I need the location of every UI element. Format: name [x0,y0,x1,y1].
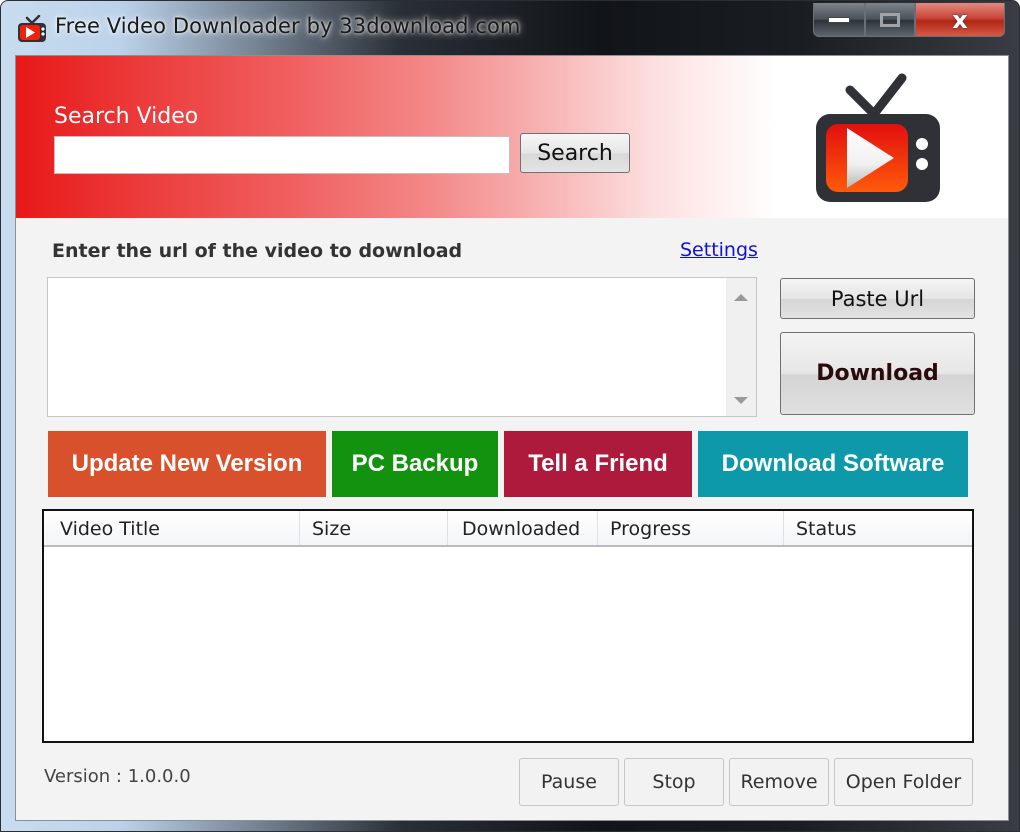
download-software-label: Download Software [721,450,945,477]
update-new-version-label: Update New Version [71,450,303,477]
app-window: Free Video Downloader by 33download.com … [0,0,1020,832]
scroll-up-arrow-icon[interactable] [734,294,748,301]
column-header-progress[interactable]: Progress [598,511,784,545]
tell-a-friend-label: Tell a Friend [528,450,668,477]
maximize-button[interactable] [865,3,915,37]
client-area: Search Video Search Enter the url of the… [15,55,1009,821]
pc-backup-label: PC Backup [351,450,479,477]
column-header-video-title[interactable]: Video Title [44,511,300,545]
scroll-down-arrow-icon[interactable] [734,397,748,404]
close-icon: x [952,5,968,34]
tv-play-icon [18,15,46,42]
caption-buttons: x [813,3,1005,37]
settings-link[interactable]: Settings [680,239,758,261]
promo-buttons: Update New Version PC Backup Tell a Frie… [48,431,968,497]
search-label: Search Video [54,104,199,129]
url-label: Enter the url of the video to download [52,240,463,262]
window-title: Free Video Downloader by 33download.com [55,14,521,38]
header-banner: Search Video Search [16,56,1008,218]
url-textarea-container [47,277,757,417]
minimize-icon [828,16,850,23]
update-new-version-button[interactable]: Update New Version [48,431,326,497]
download-software-button[interactable]: Download Software [698,431,968,497]
pc-backup-button[interactable]: PC Backup [332,431,498,497]
paste-url-button[interactable]: Paste Url [780,278,975,319]
stop-button[interactable]: Stop [624,758,724,806]
download-button[interactable]: Download [780,332,975,415]
tv-play-logo [816,73,940,202]
column-header-status[interactable]: Status [784,511,972,545]
search-button[interactable]: Search [520,133,630,173]
title-bar[interactable]: Free Video Downloader by 33download.com … [1,1,1019,55]
column-header-downloaded[interactable]: Downloaded [448,511,598,545]
maximize-icon [880,12,900,27]
column-header-size[interactable]: Size [300,511,448,545]
open-folder-button[interactable]: Open Folder [834,758,973,806]
table-header: Video Title Size Downloaded Progress Sta… [44,511,972,547]
url-textarea[interactable] [48,278,726,416]
remove-button[interactable]: Remove [729,758,829,806]
downloads-table[interactable]: Video Title Size Downloaded Progress Sta… [42,509,974,743]
pause-button[interactable]: Pause [519,758,619,806]
url-scrollbar[interactable] [726,278,756,416]
close-button[interactable]: x [915,3,1005,37]
version-label: Version : 1.0.0.0 [44,766,191,787]
search-input[interactable] [54,136,510,174]
table-body[interactable] [44,549,972,741]
tell-a-friend-button[interactable]: Tell a Friend [504,431,692,497]
minimize-button[interactable] [813,3,865,37]
action-buttons: Pause Stop Remove Open Folder [519,758,978,806]
